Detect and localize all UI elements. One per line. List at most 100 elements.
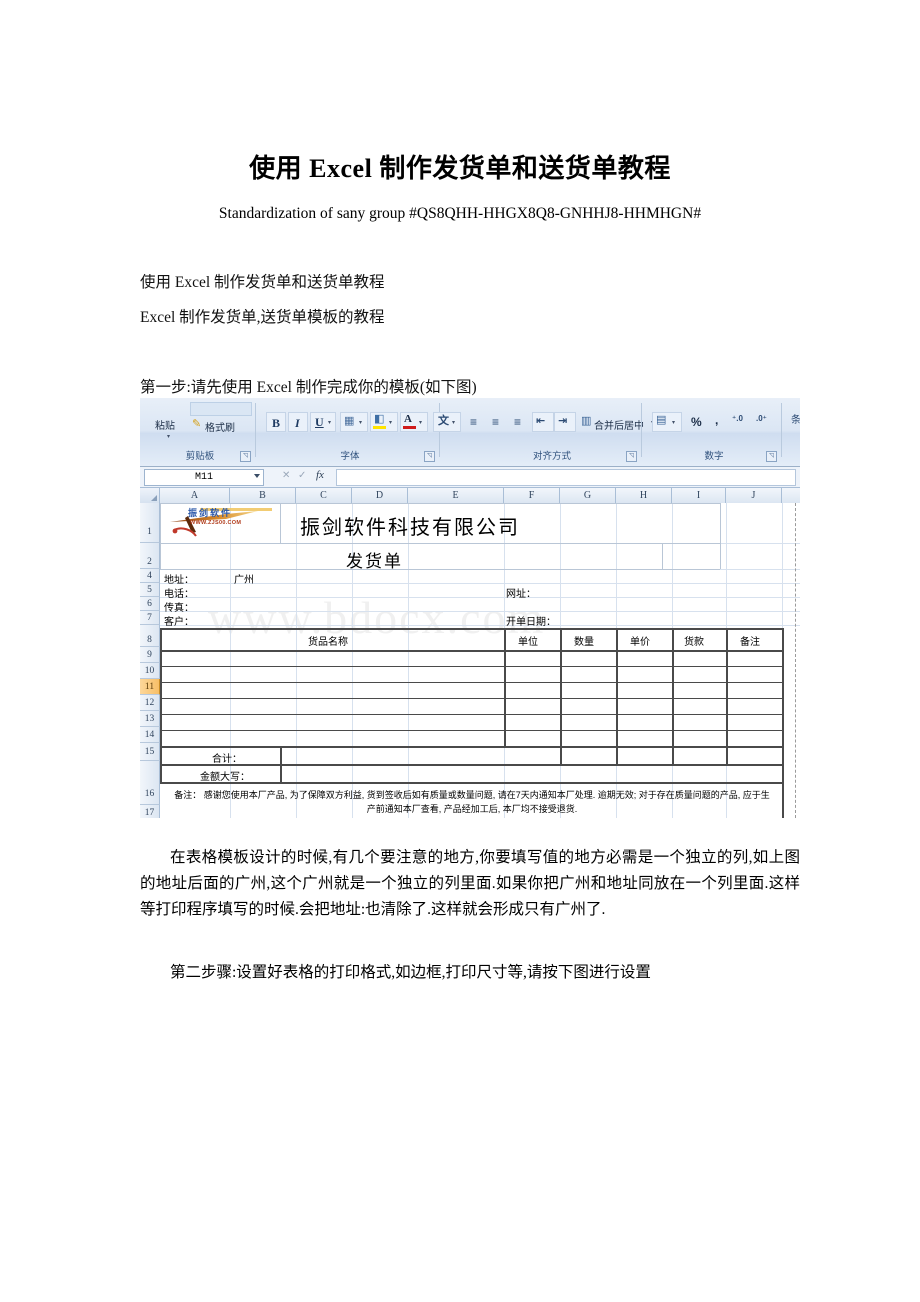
font-group-label: 字体 [340, 451, 360, 462]
increase-decimal-icon: ⁺.0 [732, 414, 743, 423]
column-header-a[interactable]: A [160, 488, 230, 503]
step-two-heading: 第二步骤:设置好表格的打印格式,如边框,打印尺寸等,请按下图进行设置 [170, 964, 651, 981]
column-header-h[interactable]: H [616, 488, 672, 503]
page-title: 使用 Excel 制作发货单和送货单教程 [249, 154, 671, 183]
print-area-boundary [795, 503, 796, 818]
italic-button[interactable]: I [288, 412, 308, 432]
row-header-1[interactable]: 1 [140, 503, 160, 543]
table-border [160, 746, 782, 748]
clipboard-dialog-launcher[interactable]: ◹ [240, 451, 251, 462]
number-dialog-launcher[interactable]: ◹ [766, 451, 777, 462]
paste-button[interactable]: 粘贴 ▾ [152, 404, 188, 446]
align-center-button[interactable]: ≡ [488, 412, 510, 432]
conditional-formatting-button[interactable]: 条件格式 ▾ [790, 410, 800, 436]
row-header-11[interactable]: 11 [140, 679, 160, 695]
column-header-d[interactable]: D [352, 488, 408, 503]
column-header-i[interactable]: I [672, 488, 726, 503]
excel-screenshot: 粘贴 ▾ ✎ 格式刷 剪贴板 ◹ B I U ▾ ▦ ▾ ◧ ▾ A ▾ 字体 … [140, 398, 800, 818]
ribbon-group-styles: 条件格式 ▾ 套 表格 样 [786, 400, 800, 464]
document-type-cell: 发货单 [346, 552, 403, 571]
underline-button[interactable]: U ▾ [310, 412, 336, 432]
gridline [160, 583, 800, 584]
align-left-button[interactable]: ≡ [466, 412, 488, 432]
column-header-f[interactable]: F [504, 488, 560, 503]
percent-style-button[interactable]: % [686, 412, 708, 432]
column-header-c[interactable]: C [296, 488, 352, 503]
merge-center-label: 合并后居中 [594, 421, 644, 432]
phonetic-icon: 文 [438, 415, 449, 427]
decrease-indent-button[interactable]: ⇤ [532, 412, 554, 432]
formula-bar: M11 ✕ ✓ fx [140, 467, 800, 488]
copy-button[interactable] [190, 402, 252, 416]
document-page: 使用 Excel 制作发货单和送货单教程 Standardization of … [0, 0, 920, 1302]
name-box-dropdown-icon[interactable] [254, 474, 260, 478]
row-header-9[interactable]: 9 [140, 647, 160, 663]
company-logo: 振剑软件 WWW.ZJS00.COM [166, 506, 278, 540]
column-header-b[interactable]: B [230, 488, 296, 503]
row-header-14[interactable]: 14 [140, 727, 160, 743]
phone-label-cell: 电话： [164, 589, 194, 600]
intro-line-1: 使用 Excel 制作发货单和送货单教程 [140, 274, 385, 291]
table-border [160, 730, 782, 731]
table-border [616, 628, 618, 764]
gridline [160, 597, 800, 598]
table-border [560, 628, 562, 764]
enter-formula-icon[interactable]: ✓ [298, 470, 306, 481]
customer-label-cell: 客户： [164, 617, 194, 628]
column-header-j[interactable]: J [726, 488, 782, 503]
font-dialog-launcher[interactable]: ◹ [424, 451, 435, 462]
table-border [504, 628, 506, 746]
name-box[interactable]: M11 [144, 469, 264, 486]
ribbon-group-alignment: ≡ ≡ ≡ ⇤ ⇥ ▥ 合并后居中 ▾ 对齐方 [462, 400, 654, 464]
comma-icon: , [715, 413, 719, 427]
column-header-g[interactable]: G [560, 488, 616, 503]
decrease-decimal-button[interactable]: .0⁺ [754, 412, 778, 432]
column-header-e[interactable]: E [408, 488, 504, 503]
font-color-icon: A [404, 413, 412, 425]
formula-input[interactable] [336, 469, 796, 486]
table-header-quantity: 数量 [574, 637, 594, 648]
row-header-16[interactable]: 16 [140, 761, 160, 805]
table-border [160, 628, 162, 784]
group-divider [255, 403, 256, 457]
row-header-5[interactable]: 5 [140, 583, 160, 597]
accounting-format-button[interactable]: ▤ ▾ [652, 412, 682, 432]
row-header-15[interactable]: 15 [140, 743, 160, 761]
comma-style-button[interactable]: , [708, 412, 728, 432]
font-color-button[interactable]: A ▾ [400, 412, 428, 432]
table-border [160, 650, 782, 652]
increase-indent-button[interactable]: ⇥ [554, 412, 576, 432]
align-right-button[interactable]: ≡ [510, 412, 532, 432]
address-label-cell: 地址： [164, 575, 194, 586]
insert-function-icon[interactable]: fx [316, 469, 324, 481]
alignment-dialog-launcher[interactable]: ◹ [626, 451, 637, 462]
cancel-formula-icon[interactable]: ✕ [282, 470, 290, 481]
increase-indent-icon: ⇥ [558, 415, 568, 427]
row-header-7[interactable]: 7 [140, 611, 160, 625]
group-divider [781, 403, 782, 457]
date-label-cell: 开单日期： [506, 617, 556, 628]
select-all-corner[interactable] [140, 488, 160, 503]
row-header-13[interactable]: 13 [140, 711, 160, 727]
format-painter-button[interactable]: ✎ 格式刷 [190, 416, 254, 435]
row-header-12[interactable]: 12 [140, 695, 160, 711]
ribbon-group-clipboard: 粘贴 ▾ ✎ 格式刷 剪贴板 ◹ [144, 400, 256, 464]
body-paragraph: 在表格模板设计的时候,有几个要注意的地方,你要填写值的地方必需是一个独立的列,如… [140, 849, 800, 918]
row-header-2[interactable]: 2 [140, 543, 160, 569]
row-header-4[interactable]: 4 [140, 569, 160, 583]
bold-button[interactable]: B [266, 412, 286, 432]
page-subtitle: Standardization of sany group #QS8QHH-HH… [218, 205, 702, 222]
row-header-8[interactable]: 8 [140, 625, 160, 647]
gridline [296, 503, 297, 818]
fill-color-button[interactable]: ◧ ▾ [370, 412, 398, 432]
row-header-17[interactable]: 17 [140, 805, 160, 818]
increase-decimal-button[interactable]: ⁺.0 [730, 412, 754, 432]
group-divider [641, 403, 642, 457]
phonetic-guide-button[interactable]: 文 ▾ [433, 412, 461, 432]
row-header-10[interactable]: 10 [140, 663, 160, 679]
sheet-body[interactable]: www.bdocx.com 振剑软件 WWW.ZJS00.COM 振剑软件科技有… [160, 503, 800, 818]
borders-button[interactable]: ▦ ▾ [340, 412, 368, 432]
row-header-6[interactable]: 6 [140, 597, 160, 611]
table-header-item-name: 货品名称 [308, 637, 348, 648]
ribbon-group-font: B I U ▾ ▦ ▾ ◧ ▾ A ▾ 字体 ◹ [260, 400, 440, 464]
